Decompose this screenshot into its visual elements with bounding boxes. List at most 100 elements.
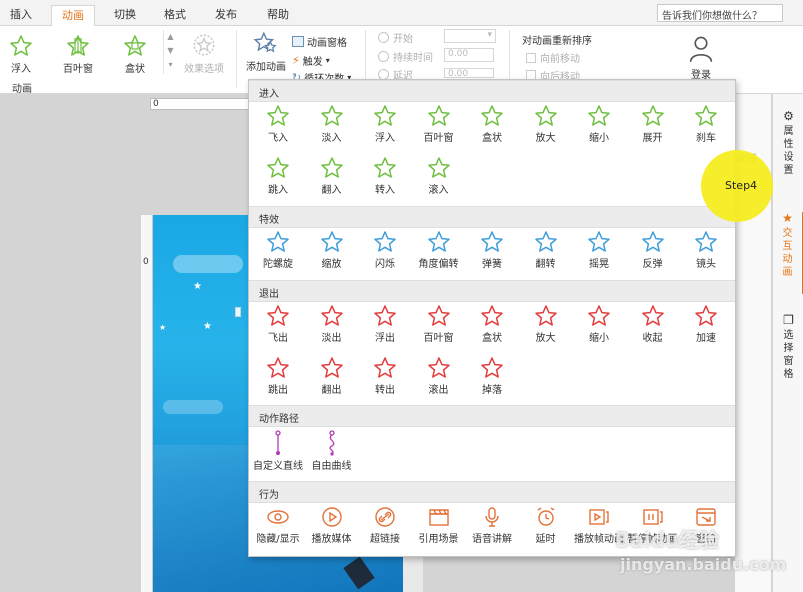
animation-option-1-1[interactable]: 缩放 [305, 230, 359, 270]
animation-option-1-0[interactable]: 陀螺旋 [251, 230, 305, 270]
animation-option-2-0[interactable]: 飞出 [251, 304, 305, 344]
animation-option-0-9[interactable]: 跳入 [251, 156, 305, 196]
animation-option-1-2[interactable]: 闪烁 [358, 230, 412, 270]
tab-format[interactable]: 格式 [164, 6, 186, 22]
animation-option-0-8[interactable]: 刹车 [679, 104, 733, 144]
animation-option-4-5[interactable]: 延时 [519, 505, 573, 545]
gallery-scroll-arrows[interactable]: ▲ ▼ ▾ [163, 30, 177, 74]
vertical-ruler: 0 [141, 215, 153, 592]
animation-option-1-8[interactable]: 镜头 [679, 230, 733, 270]
animation-gallery-popup: 进入 特效 退出 动作路径 行为 飞入 淡入 浮入 百叶窗 盒状 放大 缩小 展开 刹车 跳入 翻入… [248, 79, 736, 557]
animation-option-0-1[interactable]: 淡入 [305, 104, 359, 144]
animation-option-2-1[interactable]: 淡出 [305, 304, 359, 344]
animation-star-icon [679, 304, 733, 328]
animation-star-icon [305, 156, 359, 180]
box-star-icon [124, 35, 146, 56]
sidebar-item-properties[interactable]: ⚙ 属性设置 [773, 110, 803, 177]
quick-effect-float-in-button[interactable]: 浮入 [4, 34, 38, 75]
animation-option-2-6[interactable]: 缩小 [572, 304, 626, 344]
animation-option-0-0[interactable]: 飞入 [251, 104, 305, 144]
animation-option-label: 滚出 [428, 385, 449, 396]
animation-option-4-3[interactable]: 引用场景 [412, 505, 466, 545]
animation-option-0-7[interactable]: 展开 [626, 104, 680, 144]
selection-handle[interactable] [235, 307, 241, 317]
animation-star-icon [358, 230, 412, 254]
animation-star-icon [251, 104, 305, 128]
animation-option-2-10[interactable]: 翻出 [305, 356, 359, 396]
animation-option-0-2[interactable]: 浮入 [358, 104, 412, 144]
animation-star-icon [251, 430, 305, 456]
animation-star-icon [465, 356, 519, 380]
animation-option-2-7[interactable]: 收起 [626, 304, 680, 344]
add-animation-icon [253, 31, 277, 53]
animation-option-0-6[interactable]: 缩小 [572, 104, 626, 144]
animation-option-2-12[interactable]: 滚出 [412, 356, 466, 396]
login-button[interactable]: 登录 [683, 34, 719, 81]
duration-input[interactable]: 0.00 [444, 48, 494, 62]
animation-option-3-1[interactable]: 自由曲线 [305, 430, 359, 472]
animation-star-icon [465, 230, 519, 254]
animation-option-1-5[interactable]: 翻转 [519, 230, 573, 270]
trigger-label: 触发 [302, 57, 323, 68]
animation-option-3-0[interactable]: 自定义直线 [251, 430, 305, 472]
animation-option-2-5[interactable]: 放大 [519, 304, 573, 344]
add-animation-button[interactable]: 添加动画 [245, 30, 287, 73]
delay-input[interactable]: 0.00 [444, 68, 494, 78]
quick-effect-blinds-button[interactable]: 百叶窗 [58, 34, 98, 75]
animation-option-label: 翻入 [321, 185, 342, 196]
start-select[interactable]: ▾ [444, 29, 496, 43]
animation-option-4-2[interactable]: 超链接 [358, 505, 412, 545]
float-in-star-icon [10, 35, 32, 56]
sidebar-item-interactive-animation[interactable]: ★ 交互动画 [773, 212, 803, 294]
animation-star-icon [412, 104, 466, 128]
move-earlier-button[interactable]: 向前移动 [526, 50, 580, 65]
animation-option-0-12[interactable]: 滚入 [412, 156, 466, 196]
animation-option-label: 摇晃 [589, 259, 609, 270]
animation-option-label: 缩小 [589, 333, 609, 344]
search-input[interactable]: 告诉我们你想做什么？ [657, 4, 783, 22]
animation-option-label: 自由曲线 [311, 461, 352, 472]
cloud-shape [173, 255, 243, 273]
animation-option-1-7[interactable]: 反弹 [626, 230, 680, 270]
effect-options-label: 效果选项 [184, 64, 224, 75]
animation-option-label: 缩放 [321, 259, 342, 270]
watermark-url: jingyan.baidu.com [620, 555, 787, 574]
animation-option-2-11[interactable]: 转出 [358, 356, 412, 396]
link-icon [358, 505, 412, 529]
animation-option-label: 角度偏转 [418, 259, 459, 270]
tab-insert[interactable]: 插入 [10, 6, 32, 22]
sidebar-item-selection-pane[interactable]: ❐ 选择窗格 [773, 314, 803, 381]
animation-option-1-3[interactable]: 角度偏转 [412, 230, 466, 270]
animation-option-1-4[interactable]: 弹簧 [465, 230, 519, 270]
quick-effect-box-button[interactable]: 盒状 [118, 34, 152, 75]
animation-pane-label: 动画窗格 [307, 38, 347, 49]
tab-help[interactable]: 帮助 [267, 6, 289, 22]
animation-option-4-0[interactable]: 隐藏/显示 [251, 505, 305, 545]
star-icon: ★ [782, 211, 793, 225]
animation-option-4-4[interactable]: 语音讲解 [465, 505, 519, 545]
animation-option-4-1[interactable]: 播放媒体 [305, 505, 359, 545]
animation-option-2-3[interactable]: 百叶窗 [412, 304, 466, 344]
trigger-button[interactable]: ⚡ 触发 ▾ [292, 53, 330, 68]
animation-star-icon [519, 104, 573, 128]
animation-option-label: 百叶窗 [423, 333, 454, 344]
animation-option-label: 收起 [642, 333, 663, 344]
animation-option-2-2[interactable]: 浮出 [358, 304, 412, 344]
effect-options-button[interactable]: 效果选项 [180, 32, 228, 75]
animation-option-2-9[interactable]: 跳出 [251, 356, 305, 396]
animation-option-0-4[interactable]: 盒状 [465, 104, 519, 144]
animation-option-1-6[interactable]: 摇晃 [572, 230, 626, 270]
animation-option-0-10[interactable]: 翻入 [305, 156, 359, 196]
animation-option-2-4[interactable]: 盒状 [465, 304, 519, 344]
watermark-brand: Baidu经验 [615, 528, 720, 552]
animation-option-2-8[interactable]: 加速 [679, 304, 733, 344]
tab-transition[interactable]: 切换 [114, 6, 136, 22]
animation-option-0-3[interactable]: 百叶窗 [412, 104, 466, 144]
animation-option-2-13[interactable]: 掉落 [465, 356, 519, 396]
animation-option-label: 反弹 [642, 259, 663, 270]
animation-option-0-11[interactable]: 转入 [358, 156, 412, 196]
tab-publish[interactable]: 发布 [215, 6, 237, 22]
animation-option-0-5[interactable]: 放大 [519, 104, 573, 144]
start-control[interactable]: 开始 [378, 30, 413, 45]
animation-pane-button[interactable]: 动画窗格 [292, 34, 347, 49]
